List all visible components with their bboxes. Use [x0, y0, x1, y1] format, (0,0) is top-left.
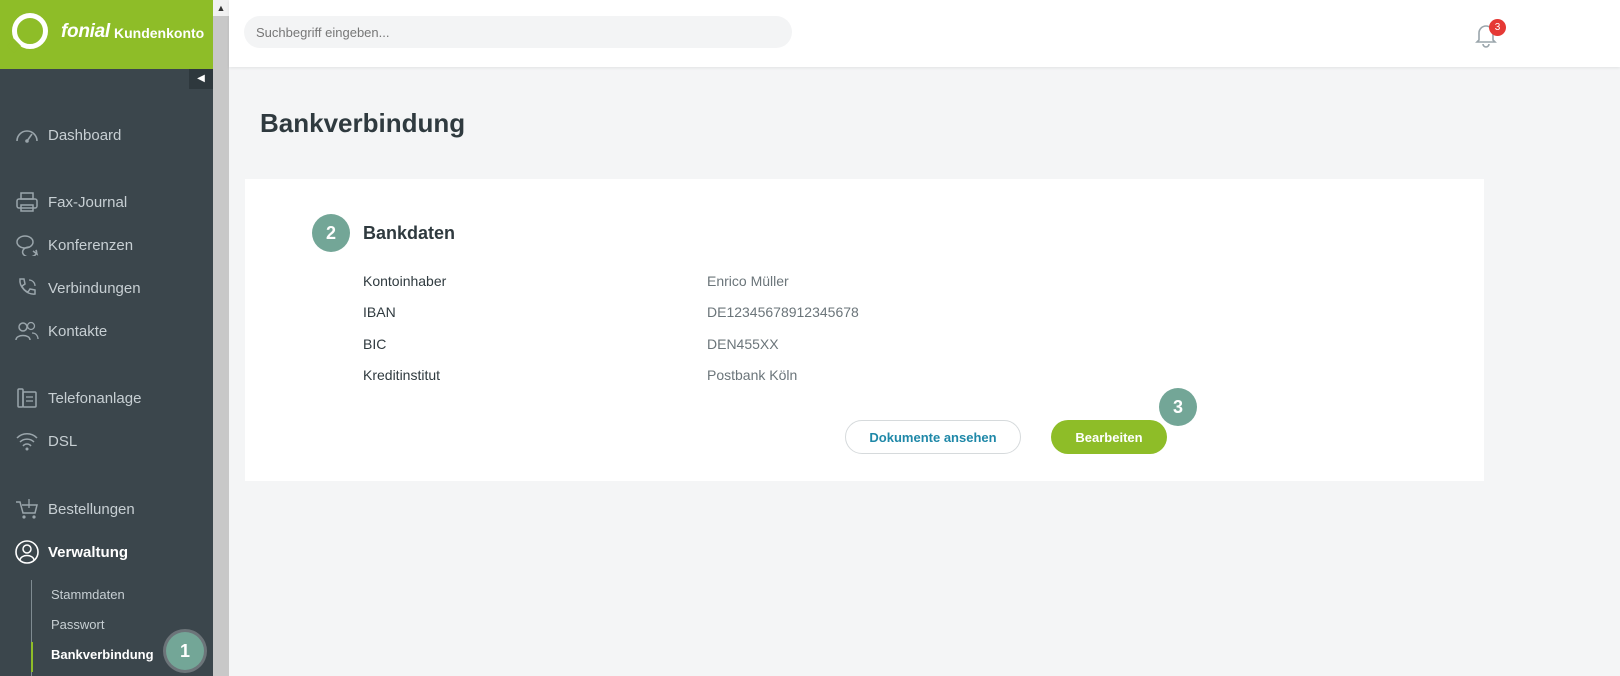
sidebar-item-label: Fax-Journal	[48, 193, 128, 211]
submenu-active-indicator	[31, 642, 33, 672]
sidebar-item-kontakte[interactable]: Kontakte	[0, 314, 213, 348]
brand-subtitle: Kundenkonto	[114, 25, 205, 41]
sidebar-item-verbindungen[interactable]: Verbindungen	[0, 271, 213, 305]
edit-button[interactable]: Bearbeiten	[1051, 420, 1167, 454]
user-circle-icon	[14, 540, 40, 564]
search-input[interactable]	[244, 16, 792, 48]
wifi-icon	[14, 429, 40, 453]
page-title: Bankverbindung	[260, 108, 466, 138]
subnav-item-bankverbindung[interactable]: Bankverbindung	[51, 647, 154, 662]
brand-header[interactable]: fonial Kundenkonto	[0, 0, 213, 69]
collapse-sidebar-button[interactable]: ◀	[189, 69, 213, 89]
sidebar-item-dashboard[interactable]: Dashboard	[0, 118, 213, 152]
kontoinhaber-value: Enrico Müller	[707, 273, 789, 289]
sidebar-item-dsl[interactable]: DSL	[0, 424, 213, 458]
chat-bubbles-icon	[14, 233, 40, 257]
sidebar-item-verwaltung[interactable]: Verwaltung	[0, 535, 213, 569]
sidebar-item-label: Dashboard	[48, 126, 122, 144]
people-icon	[14, 319, 40, 343]
sidebar-scrollbar[interactable]: ▲	[213, 0, 229, 676]
section-title: Bankdaten	[363, 223, 456, 243]
sidebar-item-telefonanlage[interactable]: Telefonanlage	[0, 381, 213, 415]
topbar: 3	[229, 0, 1620, 67]
sidebar-item-label: DSL	[48, 432, 78, 450]
sidebar-item-bestellungen[interactable]: Bestellungen	[0, 492, 213, 526]
kontoinhaber-label: Kontoinhaber	[363, 273, 447, 289]
sidebar-item-label: Verbindungen	[48, 279, 141, 297]
desk-phone-icon	[14, 386, 40, 410]
sidebar-item-fax-journal[interactable]: Fax-Journal	[0, 185, 213, 219]
fonial-logo-icon	[12, 13, 48, 49]
sidebar: fonial Kundenkonto ◀ Dashboard Fax-Journ…	[0, 0, 213, 676]
step-badge-3: 3	[1159, 388, 1197, 426]
sidebar-item-label: Konferenzen	[48, 236, 134, 254]
subnav-item-passwort[interactable]: Passwort	[51, 617, 104, 632]
printer-icon	[14, 190, 40, 214]
kreditinstitut-value: Postbank Köln	[707, 367, 798, 383]
speedometer-icon	[14, 123, 40, 147]
view-documents-button[interactable]: Dokumente ansehen	[845, 420, 1021, 454]
iban-label: IBAN	[363, 304, 396, 320]
step-badge-1: 1	[166, 632, 204, 670]
step-badge-2: 2	[312, 214, 350, 252]
sidebar-item-label: Bestellungen	[48, 500, 135, 518]
sidebar-item-konferenzen[interactable]: Konferenzen	[0, 228, 213, 262]
notification-count-badge: 3	[1489, 19, 1506, 36]
sidebar-item-label: Telefonanlage	[48, 389, 142, 407]
iban-value: DE12345678912345678	[707, 304, 859, 320]
bic-label: BIC	[363, 336, 387, 352]
scroll-up-arrow-icon[interactable]: ▲	[213, 0, 229, 16]
brand-name: fonial	[61, 21, 110, 42]
sidebar-item-label: Verwaltung	[48, 543, 129, 561]
bic-value: DEN455XX	[707, 336, 779, 352]
sidebar-item-label: Kontakte	[48, 322, 108, 340]
kreditinstitut-label: Kreditinstitut	[363, 367, 441, 383]
subnav-item-stammdaten[interactable]: Stammdaten	[51, 587, 125, 602]
phone-icon	[14, 276, 40, 300]
cart-icon	[14, 497, 40, 521]
